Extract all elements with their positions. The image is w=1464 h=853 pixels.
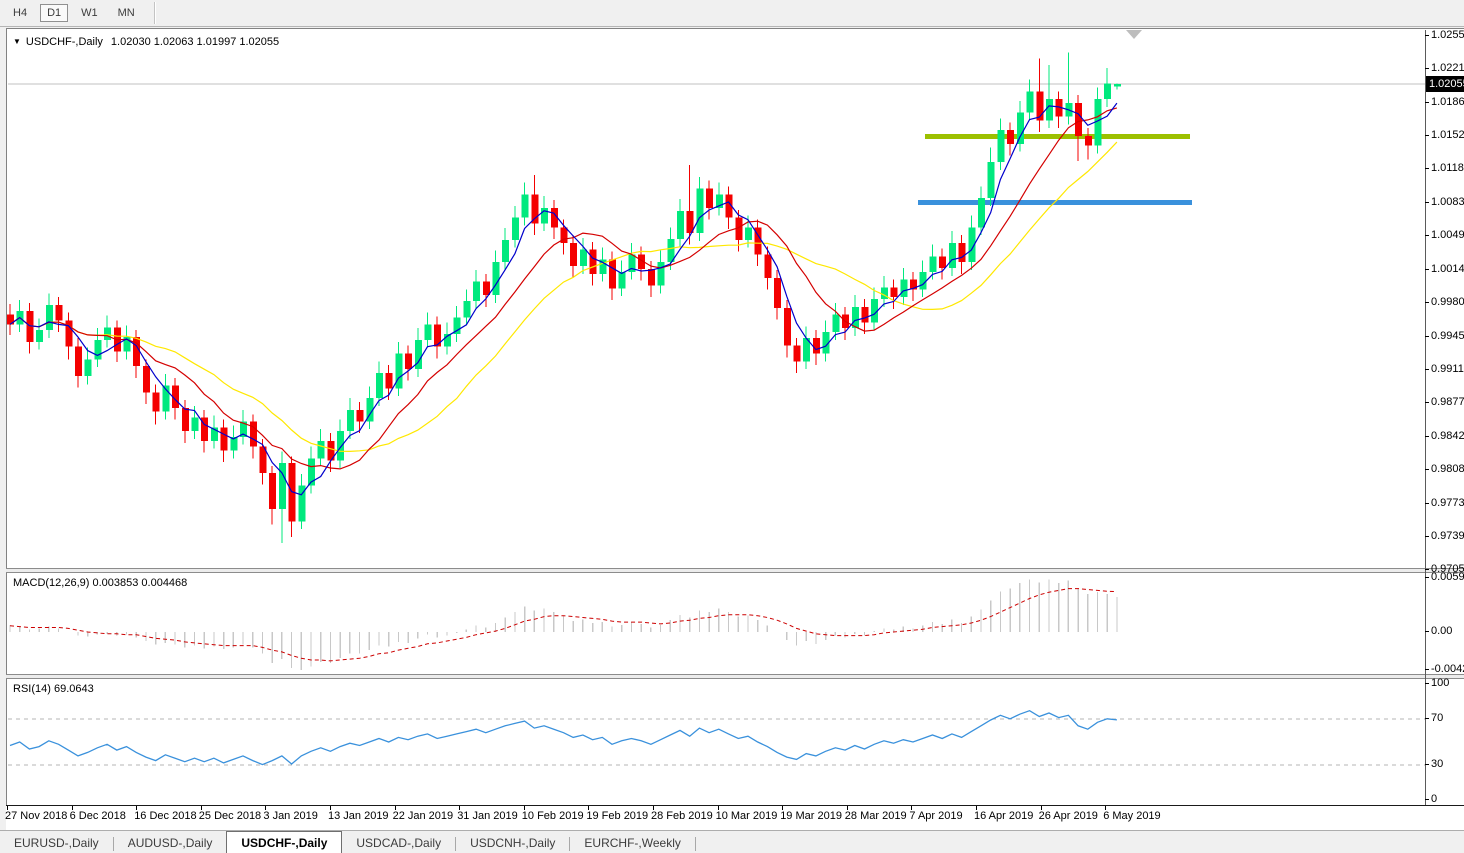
symbol-tab-bar: EURUSD-,Daily AUDUSD-,Daily USDCHF-,Dail… — [0, 830, 1464, 853]
tab-usdcnh-daily[interactable]: USDCNH-,Daily — [456, 833, 569, 853]
date-axis-tick — [200, 806, 202, 810]
macd-axis-label: 0.00597 — [1425, 571, 1464, 583]
price-axis-label: 1.00830 — [1425, 196, 1464, 208]
rsi-axis-label: 70 — [1424, 711, 1444, 724]
main-price-chart-canvas[interactable] — [0, 30, 1464, 570]
date-axis-label: 26 Apr 2019 — [1038, 810, 1098, 822]
chart-legend[interactable]: ▼ USDCHF-,Daily 1.02030 1.02063 1.01997 1.… — [13, 36, 279, 48]
date-axis-label: 13 Jan 2019 — [328, 810, 389, 822]
chart-shift-marker-icon — [1126, 30, 1142, 39]
tab-separator — [694, 837, 696, 851]
date-axis-tick — [394, 806, 396, 810]
macd-indicator-label: MACD(12,26,9) 0.003853 0.004468 — [13, 577, 188, 589]
date-axis-label: 19 Feb 2019 — [586, 810, 649, 822]
date-axis-label: 28 Feb 2019 — [651, 810, 713, 822]
date-axis-tick — [653, 806, 654, 810]
rsi-axis-label: 100 — [1424, 677, 1450, 689]
price-axis-label: 0.99800 — [1425, 296, 1464, 308]
date-axis-tick — [1105, 806, 1107, 810]
timeframe-mn-button[interactable]: MN — [111, 4, 142, 22]
date-axis-tick — [71, 806, 73, 810]
metatrader-window: H4 D1 W1 MN ▼ USDCHF-,Daily 1.02030 1.0206… — [0, 0, 1464, 853]
date-axis-label: 3 Jan 2019 — [263, 810, 318, 822]
tab-audusd-daily[interactable]: AUDUSD-,Daily — [114, 833, 227, 853]
price-axis-label: 1.00490 — [1425, 229, 1464, 241]
macd-axis-label: 0.00 — [1424, 625, 1453, 637]
current-price-tag: 1.02055 — [1426, 76, 1464, 92]
date-axis-tick — [846, 806, 848, 810]
tab-usdchf-daily[interactable]: USDCHF-,Daily — [226, 831, 343, 853]
date-axis-tick — [911, 806, 913, 810]
timeframe-d1-button[interactable]: D1 — [40, 4, 69, 22]
date-axis-tick — [330, 806, 331, 810]
panel-resize-separator-macd[interactable] — [6, 568, 1464, 573]
price-axis-label: 0.97730 — [1425, 497, 1464, 509]
date-axis-label: 31 Jan 2019 — [457, 810, 518, 822]
date-axis-label: 6 May 2019 — [1103, 810, 1161, 822]
price-axis-label: 0.98770 — [1425, 396, 1464, 408]
date-axis-tick — [7, 806, 8, 810]
date-axis-label: 16 Apr 2019 — [974, 810, 1034, 822]
date-axis-label: 16 Dec 2018 — [134, 810, 197, 822]
rsi-axis-label: 0 — [1424, 793, 1438, 805]
date-axis-label: 25 Dec 2018 — [198, 810, 262, 822]
date-axis-label: 10 Feb 2019 — [521, 810, 584, 822]
date-axis-tick — [523, 806, 525, 810]
timeframe-h4-button[interactable]: H4 — [6, 4, 34, 22]
date-axis-tick — [136, 806, 138, 810]
price-axis-border — [1425, 30, 1426, 805]
legend-dropdown-icon: ▼ — [13, 37, 21, 46]
price-axis-label: 1.02550 — [1425, 29, 1464, 41]
rsi-indicator-canvas[interactable] — [0, 679, 1464, 805]
price-axis-label: 0.98420 — [1425, 430, 1464, 442]
date-axis-tick — [717, 806, 719, 810]
legend-symbol-label: USDCHF-,Daily — [25, 36, 103, 48]
legend-ohlc-values: 1.02030 1.02063 1.01997 1.02055 — [110, 36, 280, 48]
price-axis-label: 1.00140 — [1425, 263, 1464, 275]
toolbar-separator — [153, 2, 156, 24]
rsi-indicator-label: RSI(14) 69.0643 — [13, 683, 94, 695]
date-axis-label: 6 Dec 2018 — [69, 810, 126, 822]
price-axis-label: 0.99110 — [1425, 363, 1464, 375]
date-axis-label: 19 Mar 2019 — [780, 810, 842, 822]
date-axis-label: 10 Mar 2019 — [715, 810, 778, 822]
date-axis-label: 27 Nov 2018 — [5, 810, 68, 822]
price-axis-label: 0.99450 — [1425, 330, 1464, 342]
date-axis-label: 28 Mar 2019 — [844, 810, 907, 822]
price-axis-label: 1.02210 — [1425, 62, 1464, 74]
price-axis-label: 0.97390 — [1425, 530, 1464, 542]
macd-indicator-canvas[interactable] — [0, 573, 1464, 675]
date-axis-tick — [459, 806, 461, 810]
date-axis-label: 7 Apr 2019 — [909, 810, 963, 822]
date-axis-label: 22 Jan 2019 — [392, 810, 454, 822]
price-axis-label: 1.01520 — [1425, 129, 1464, 141]
timeframe-w1-button[interactable]: W1 — [74, 4, 105, 22]
macd-axis-label: -0.004243 — [1425, 663, 1464, 675]
tab-eurchf-weekly[interactable]: EURCHF-,Weekly — [570, 833, 694, 853]
date-axis-tick — [976, 806, 977, 810]
tab-usdcad-daily[interactable]: USDCAD-,Daily — [342, 833, 455, 853]
date-axis-tick — [265, 806, 267, 810]
date-axis-tick — [588, 806, 590, 810]
price-axis-label: 1.01860 — [1425, 96, 1464, 108]
rsi-axis-label: 30 — [1424, 758, 1444, 771]
date-axis-tick — [1040, 806, 1042, 810]
tab-eurusd-daily[interactable]: EURUSD-,Daily — [0, 833, 113, 853]
price-axis-label: 1.01180 — [1425, 162, 1464, 174]
panel-resize-separator-rsi[interactable] — [6, 674, 1464, 679]
date-axis-tick — [782, 806, 784, 810]
timeframe-toolbar: H4 D1 W1 MN — [0, 0, 1464, 27]
price-axis-label: 0.98080 — [1425, 463, 1464, 475]
